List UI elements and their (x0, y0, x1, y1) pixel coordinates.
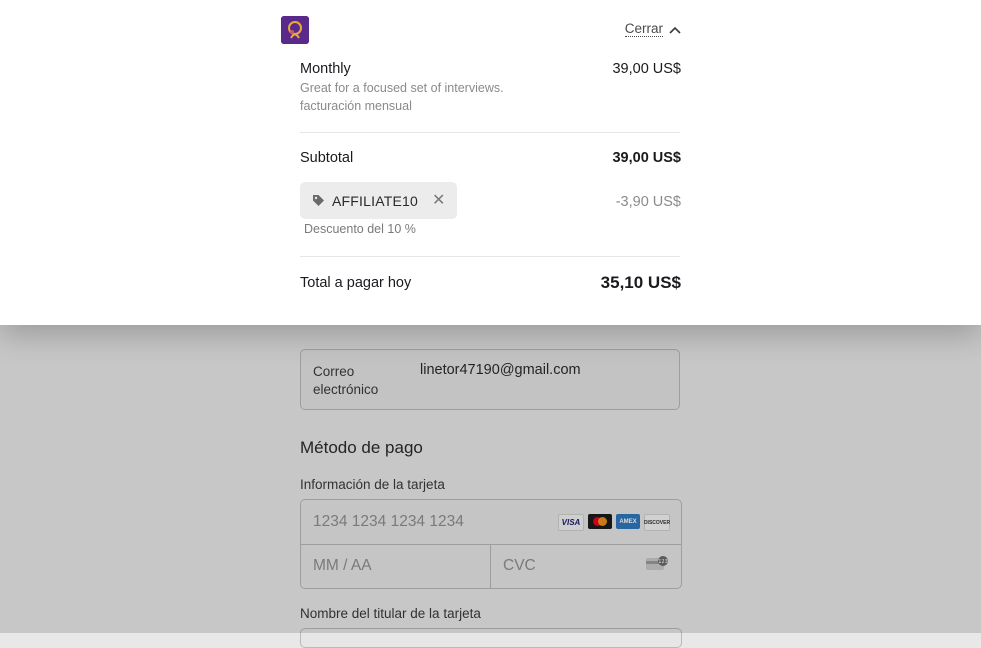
total-label: Total a pagar hoy (300, 275, 412, 291)
brand-logo (281, 16, 309, 44)
tag-icon (313, 195, 324, 206)
total-value: 35,10 US$ (600, 273, 681, 292)
plan-price: 39,00 US$ (612, 61, 681, 77)
plan-description-text: Great for a focused set of interviews. (300, 81, 504, 95)
plan-billing-text: facturación mensual (300, 99, 412, 113)
divider (300, 132, 680, 133)
remove-promo-icon[interactable]: ✕ (432, 192, 445, 209)
promo-code-text: AFFILIATE10 (332, 192, 418, 209)
order-summary-panel: Cerrar Monthly 39,00 US$ Great for a foc… (0, 0, 981, 325)
close-label: Cerrar (624, 21, 663, 37)
discount-note: Descuento del 10 % (304, 222, 416, 236)
plan-description: Great for a focused set of interviews. f… (300, 79, 530, 115)
subtotal-label: Subtotal (300, 150, 354, 166)
promo-code-chip: AFFILIATE10 ✕ (300, 182, 457, 219)
divider (300, 256, 680, 257)
promo-discount-value: -3,90 US$ (615, 194, 681, 210)
plan-name: Monthly (300, 61, 351, 77)
chevron-up-icon (669, 26, 681, 34)
close-summary-button[interactable]: Cerrar (624, 21, 681, 37)
subtotal-value: 39,00 US$ (612, 150, 681, 166)
